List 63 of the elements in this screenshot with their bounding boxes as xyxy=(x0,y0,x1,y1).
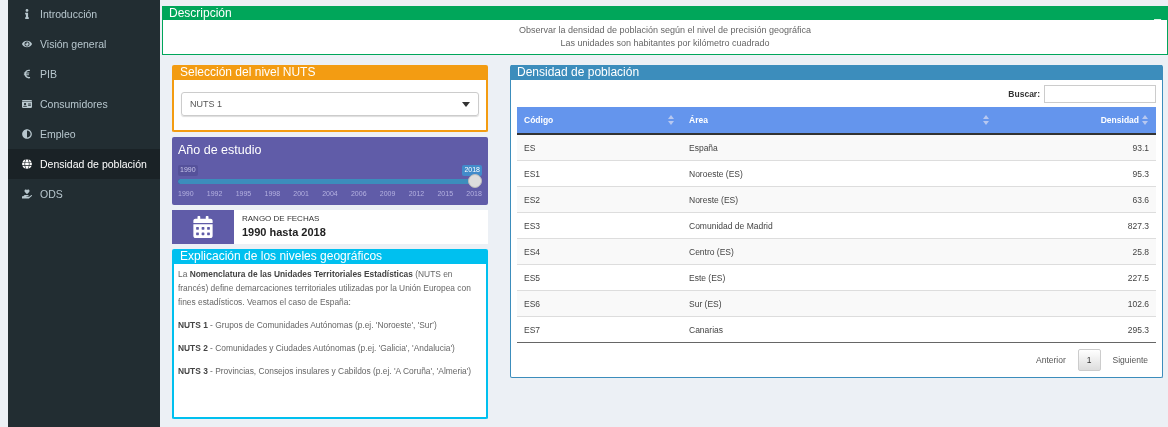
slider-handle[interactable] xyxy=(468,174,482,188)
explanation-text: NUTS 1 - Grupos de Comunidades Autónomas (p.ej. 'Noroeste', 'Sur') xyxy=(178,319,438,332)
table-cell: ES6 xyxy=(517,290,682,317)
sidebar-item[interactable]: Empleo xyxy=(8,119,160,149)
table-cell: ES7 xyxy=(517,316,682,342)
next-link[interactable]: Siguiente xyxy=(1104,351,1156,369)
table-cell: Canarias xyxy=(682,316,997,342)
year-slider[interactable] xyxy=(178,174,482,189)
table-cell: ES5 xyxy=(517,264,682,291)
table-cell: 827.3 xyxy=(997,212,1156,239)
table-cell: 93.1 xyxy=(997,134,1156,161)
sort-icon xyxy=(983,115,989,125)
euro-icon xyxy=(22,69,32,79)
calendar-icon xyxy=(192,216,214,238)
nuts-select[interactable]: NUTS 1 xyxy=(181,92,479,116)
hand-icon xyxy=(22,189,32,199)
description-text: Las unidades son habitantes por kilómetro cuadrado xyxy=(559,37,771,50)
sidebar-item[interactable]: Densidad de población xyxy=(8,149,160,179)
table-cell: ES xyxy=(517,134,682,161)
table-cell: ES1 xyxy=(517,160,682,187)
table-cell: Noroeste (ES) xyxy=(682,160,997,187)
table-cell: Noreste (ES) xyxy=(682,186,997,213)
table-cell: 25.8 xyxy=(997,238,1156,265)
sidebar-item[interactable]: Visión general xyxy=(8,29,160,59)
page-button[interactable]: 1 xyxy=(1077,349,1101,371)
table-cell: Comunidad de Madrid xyxy=(682,212,997,239)
sort-icon xyxy=(1142,115,1148,125)
description-text: Observar la densidad de población según el nivel de precisión geográfica xyxy=(517,24,813,37)
panel-title: Selección del nivel NUTS xyxy=(174,65,486,80)
table-cell: 227.5 xyxy=(997,264,1156,291)
table-cell: ES4 xyxy=(517,238,682,265)
info-value: 1990 hasta 2018 xyxy=(242,226,326,238)
explanation-text: NUTS 2 - Comunidades y Ciudades Autónomas (p.ej. 'Galicia', 'Andalucia') xyxy=(178,342,456,355)
table-cell: España xyxy=(682,134,997,161)
info-icon xyxy=(22,9,32,19)
info-label: RANGO DE FECHAS xyxy=(242,214,321,223)
sort-icon xyxy=(668,115,674,125)
sidebar-item[interactable]: Introducción xyxy=(8,0,160,29)
explanation-text: La Nomenclatura de las Unidades Territoriales Estadísticas (NUTS en francés) define demarcaciones territoriales utilizadas por la Unión Europea con fines estadísticos. Veamos el caso de España: xyxy=(178,268,472,309)
caret-icon xyxy=(462,101,470,107)
eye-icon xyxy=(22,39,32,49)
sidebar-item[interactable]: PIB xyxy=(8,59,160,89)
sidebar-item[interactable]: Consumidores xyxy=(8,89,160,119)
explanation-text: NUTS 3 - Provincias, Consejos insulares y Cabildos (p.ej. 'A Coruña', 'Almeria') xyxy=(178,365,473,378)
id-card-icon xyxy=(22,99,32,109)
panel-title: Explicación de los niveles geográficos xyxy=(174,249,486,264)
table-cell: Centro (ES) xyxy=(682,238,997,265)
table-cell: ES2 xyxy=(517,186,682,213)
sidebar-item[interactable]: ODS xyxy=(8,179,160,209)
previous-link[interactable]: Anterior xyxy=(1028,351,1074,369)
search-field[interactable] xyxy=(1044,85,1156,103)
search-label: Buscar: xyxy=(1008,89,1040,99)
globe-icon xyxy=(22,159,32,169)
table-cell: 295.3 xyxy=(997,316,1156,342)
table-cell: Este (ES) xyxy=(682,264,997,291)
table-cell: 63.6 xyxy=(997,186,1156,213)
table-cell: 102.6 xyxy=(997,290,1156,317)
panel-title: Año de estudio xyxy=(178,143,263,157)
panel-title: Densidad de población xyxy=(511,65,1162,80)
table-cell: Sur (ES) xyxy=(682,290,997,317)
table-cell: ES3 xyxy=(517,212,682,239)
panel-title: Descripción xyxy=(169,6,232,20)
table-cell: 95.3 xyxy=(997,160,1156,187)
